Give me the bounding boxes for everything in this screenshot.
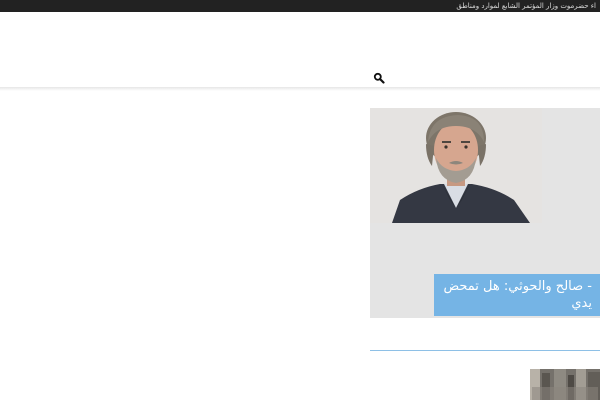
header-divider [0, 87, 600, 91]
thumbnail-image [530, 369, 600, 400]
featured-article-caption[interactable]: - صالح والحوثي: هل تمحض يدي [434, 274, 600, 316]
caption-line-1[interactable]: - صالح والحوثي: هل تمحض [443, 279, 592, 295]
page: اء حضرموت وزار المؤتمر الشابع لموارد ومن… [0, 0, 600, 400]
caption-line-2[interactable]: يدي [571, 296, 592, 312]
section-divider [370, 350, 600, 351]
site-header [0, 12, 600, 87]
top-bar: اء حضرموت وزار المؤتمر الشابع لموارد ومن… [0, 0, 600, 12]
featured-article-photo[interactable] [370, 108, 542, 223]
portrait-image [370, 108, 542, 223]
search-button[interactable] [373, 69, 385, 84]
article-thumbnail[interactable] [530, 369, 600, 400]
search-icon[interactable] [373, 72, 385, 84]
featured-article-card[interactable]: - صالح والحوثي: هل تمحض يدي [370, 108, 600, 318]
ticker-text[interactable]: اء حضرموت وزار المؤتمر الشابع لموارد ومن… [456, 2, 596, 10]
news-ticker[interactable]: اء حضرموت وزار المؤتمر الشابع لموارد ومن… [456, 0, 596, 12]
